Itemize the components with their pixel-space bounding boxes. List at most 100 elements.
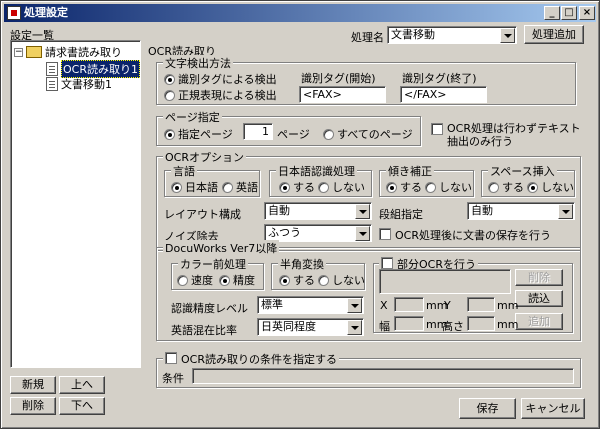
condition-input — [192, 368, 574, 384]
move-down-button[interactable]: 下へ — [59, 397, 105, 415]
accuracy-level-select[interactable]: 標準 — [257, 296, 364, 314]
noise-value: ふつう — [268, 226, 301, 239]
english-ratio-value: 日英同程度 — [261, 320, 316, 333]
radio-label: 精度 — [233, 274, 255, 287]
english-ratio-select[interactable]: 日英同程度 — [257, 318, 364, 336]
page-number-input[interactable]: 1 — [243, 123, 273, 140]
radio-label: しない — [332, 181, 365, 194]
dropdown-arrow-icon[interactable] — [355, 204, 370, 219]
radio-label: 指定ページ — [178, 128, 233, 141]
end-tag-label: 識別タグ(終了) — [402, 72, 477, 85]
radio-japanese[interactable]: 日本語 — [171, 179, 218, 195]
move-up-button[interactable]: 上へ — [59, 376, 105, 394]
noise-select[interactable]: ふつう — [264, 224, 372, 242]
radio-tag-detect[interactable]: 識別タグによる検出 — [164, 71, 277, 87]
radio-halfwidth-on[interactable]: する — [279, 272, 315, 288]
y-label: Y — [444, 299, 451, 312]
accuracy-value: 標準 — [261, 298, 283, 311]
partial-add-button[interactable]: 追加 — [515, 313, 563, 330]
x-input — [394, 297, 424, 312]
layout-value: 自動 — [268, 204, 290, 217]
radio-jp-off[interactable]: しない — [318, 179, 365, 195]
radio-label: しない — [332, 274, 365, 287]
radio-label: しない — [541, 181, 574, 194]
tree-node-move[interactable]: 文書移動1 — [46, 76, 112, 92]
radio-label: 識別タグによる検出 — [178, 73, 277, 86]
radio-label: する — [400, 181, 422, 194]
checkbox-label: OCR処理後に文書の保存を行う — [395, 229, 551, 242]
group-legend: 文字検出方法 — [163, 55, 233, 71]
end-tag-input[interactable]: </FAX> — [400, 86, 487, 103]
collapse-icon[interactable]: − — [14, 47, 23, 57]
delete-button[interactable]: 削除 — [10, 397, 56, 415]
english-ratio-label: 英語混在比率 — [171, 324, 237, 337]
cancel-button[interactable]: キャンセル — [521, 398, 585, 419]
save-button[interactable]: 保存 — [459, 398, 516, 419]
group-legend: スペース挿入 — [488, 163, 557, 179]
condition-checkbox[interactable]: OCR読み取りの条件を指定する — [163, 351, 339, 367]
document-icon — [46, 77, 58, 91]
app-icon — [7, 6, 21, 20]
radio-speed[interactable]: 速度 — [177, 272, 213, 288]
dropdown-arrow-icon[interactable] — [558, 204, 573, 219]
close-button[interactable]: × — [579, 6, 595, 20]
radio-regex-detect[interactable]: 正規表現による検出 — [164, 87, 277, 103]
document-icon — [46, 62, 58, 76]
radio-label: 正規表現による検出 — [178, 89, 277, 102]
start-tag-input[interactable]: <FAX> — [299, 86, 386, 103]
maximize-button[interactable]: □ — [561, 6, 577, 20]
text-only-label: OCR処理は行わずテキスト 抽出のみ行う — [447, 122, 581, 148]
radio-all-pages[interactable]: すべてのページ — [323, 126, 413, 142]
text-only-checkbox[interactable]: OCR処理は行わずテキスト 抽出のみ行う — [431, 122, 581, 148]
process-name-select[interactable]: 文書移動 — [387, 26, 517, 44]
dropdown-arrow-icon[interactable] — [347, 298, 362, 313]
dropdown-arrow-icon[interactable] — [355, 226, 370, 241]
layout-select[interactable]: 自動 — [264, 202, 372, 220]
radio-label: しない — [439, 181, 472, 194]
group-legend: 言語 — [171, 163, 197, 179]
radio-space-on[interactable]: する — [488, 179, 524, 195]
new-button[interactable]: 新規 — [10, 376, 56, 394]
layout-label: レイアウト構成 — [164, 208, 241, 221]
process-name-label: 処理名 — [351, 31, 384, 44]
radio-tilt-on[interactable]: する — [386, 179, 422, 195]
checkbox-label: OCR読み取りの条件を指定する — [181, 353, 337, 366]
y-unit: mm — [497, 299, 519, 312]
tree-node-label: 文書移動1 — [61, 78, 112, 91]
partial-delete-button[interactable]: 削除 — [515, 269, 563, 286]
tree-node-root[interactable]: − 請求書読み取り — [14, 44, 122, 60]
save-after-ocr-checkbox[interactable]: OCR処理後に文書の保存を行う — [379, 227, 551, 243]
radio-tilt-off[interactable]: しない — [425, 179, 472, 195]
dropdown-arrow-icon[interactable] — [347, 320, 362, 335]
condition-label: 条件 — [162, 372, 184, 385]
page-unit-label: ページ — [277, 128, 310, 141]
height-input — [467, 316, 495, 331]
settings-tree[interactable]: − 請求書読み取り OCR読み取り1 文書移動1 — [10, 40, 141, 368]
column-select[interactable]: 自動 — [467, 202, 575, 220]
radio-english[interactable]: 英語 — [222, 179, 258, 195]
dialog-window: 処理設定 _ □ × 設定一覧 − 請求書読み取り OCR読み取り1 文書移動1… — [0, 0, 600, 429]
radio-label: する — [293, 274, 315, 287]
minimize-button[interactable]: _ — [544, 6, 560, 20]
column-label: 段組指定 — [379, 208, 423, 221]
window-title: 処理設定 — [24, 6, 68, 19]
partial-load-button[interactable]: 読込 — [515, 290, 563, 307]
y-input — [467, 297, 495, 312]
title-bar: 処理設定 _ □ × — [4, 4, 596, 22]
radio-halfwidth-off[interactable]: しない — [318, 272, 365, 288]
radio-label: 速度 — [191, 274, 213, 287]
radio-accuracy[interactable]: 精度 — [219, 272, 255, 288]
radio-label: する — [502, 181, 524, 194]
height-label: 高さ — [442, 320, 464, 333]
dropdown-arrow-icon[interactable] — [500, 28, 515, 43]
accuracy-level-label: 認識精度レベル — [171, 302, 248, 315]
add-process-button[interactable]: 処理追加 — [524, 25, 584, 44]
folder-icon — [26, 46, 42, 58]
radio-specified-page[interactable]: 指定ページ — [164, 126, 233, 142]
radio-jp-on[interactable]: する — [279, 179, 315, 195]
group-legend: 半角変換 — [278, 256, 326, 272]
radio-space-off[interactable]: しない — [527, 179, 574, 195]
group-legend: カラー前処理 — [178, 256, 248, 272]
group-legend: 日本語認識処理 — [276, 163, 357, 179]
width-label: 幅 — [379, 320, 390, 333]
